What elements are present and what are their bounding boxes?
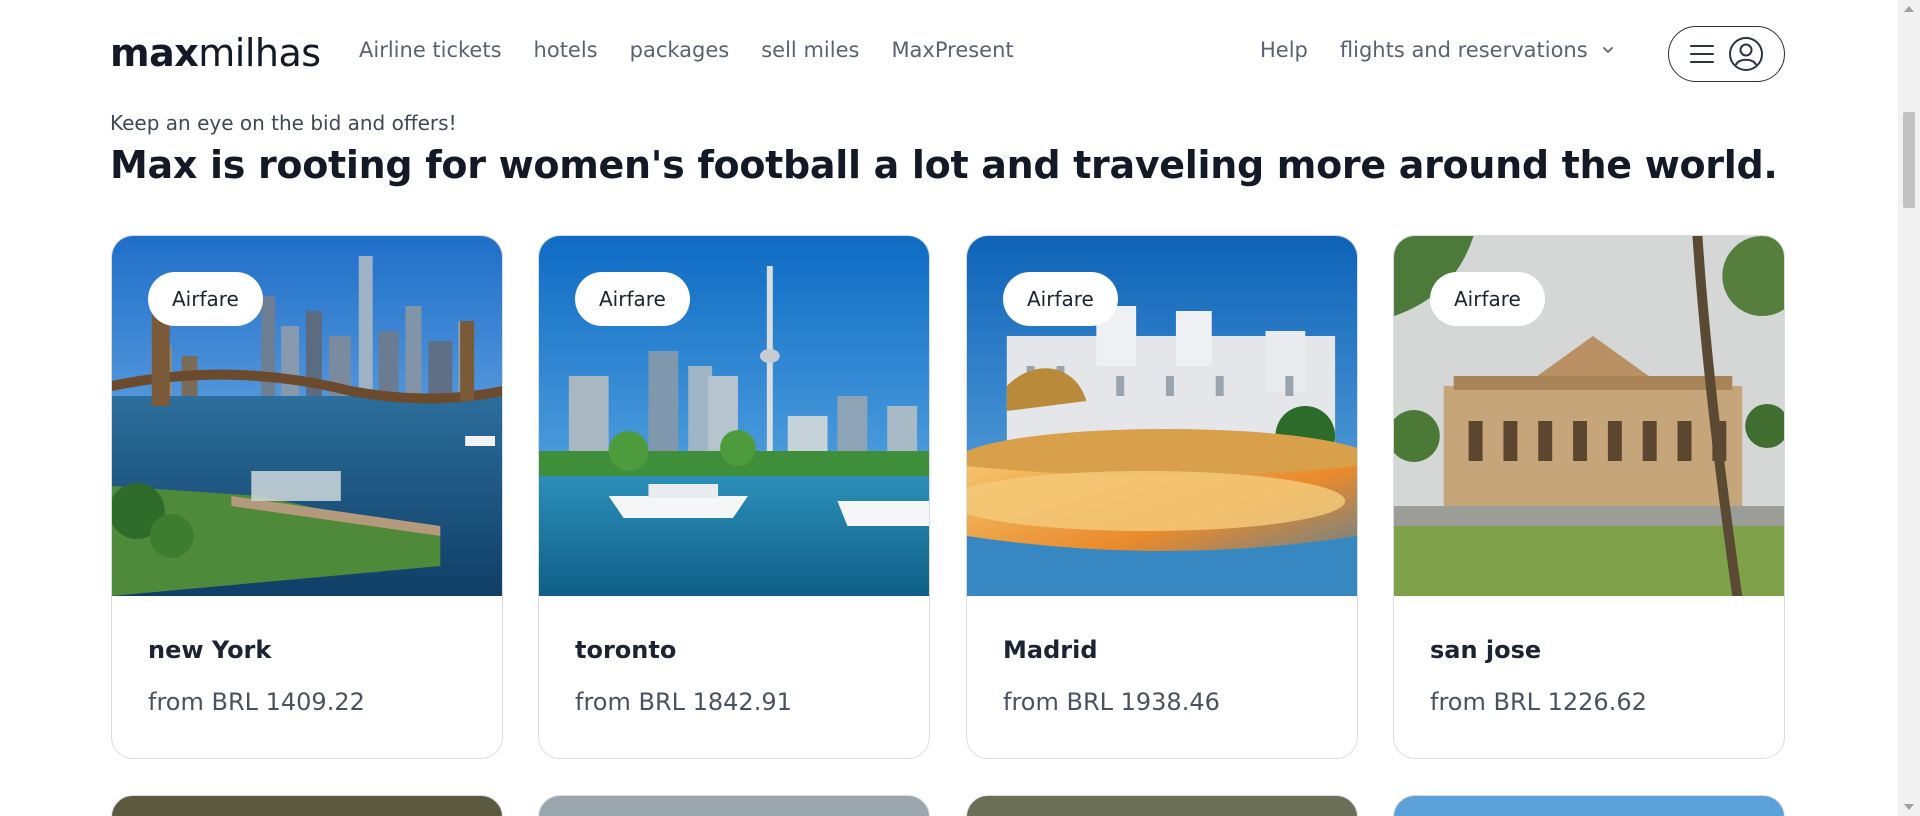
flights-and-reservations-dropdown[interactable]: flights and reservations <box>1340 38 1614 62</box>
destination-card-madrid[interactable]: Airfare Madrid from BRL 1938.46 <box>966 235 1358 759</box>
destination-price: from BRL 1409.22 <box>148 688 365 716</box>
nav-airline-tickets[interactable]: Airline tickets <box>359 38 502 62</box>
scroll-down-arrow-icon[interactable] <box>1904 804 1914 810</box>
destination-card-toronto[interactable]: Airfare toronto from BRL 1842.91 <box>538 235 930 759</box>
help-link[interactable]: Help <box>1260 38 1308 62</box>
main-nav: Airline tickets hotels packages sell mil… <box>359 38 1046 62</box>
nav-sell-miles[interactable]: sell miles <box>761 38 859 62</box>
destination-city: san jose <box>1430 636 1542 664</box>
scroll-thumb[interactable] <box>1903 112 1915 208</box>
page-scrollbar[interactable] <box>1898 0 1920 816</box>
destination-price: from BRL 1938.46 <box>1003 688 1220 716</box>
section-eyebrow: Keep an eye on the bid and offers! <box>110 111 457 135</box>
hamburger-menu-icon <box>1689 45 1714 63</box>
chevron-down-icon <box>1602 47 1613 53</box>
nav-packages[interactable]: packages <box>630 38 730 62</box>
secondary-nav: Help flights and reservations <box>1260 38 1614 62</box>
destination-city: toronto <box>575 636 677 664</box>
destination-card-new-york[interactable]: Airfare new York from BRL 1409.22 <box>111 235 503 759</box>
account-menu-button[interactable] <box>1668 26 1785 82</box>
destination-card-partial[interactable] <box>111 795 503 816</box>
category-badge: Airfare <box>575 272 690 326</box>
category-badge: Airfare <box>1430 272 1545 326</box>
flights-and-reservations-label: flights and reservations <box>1339 38 1588 62</box>
maxmilhas-logo[interactable]: max milhas <box>110 30 321 76</box>
destination-card-san-jose[interactable]: Airfare san jose from BRL 1226.62 <box>1393 235 1785 759</box>
category-badge: Airfare <box>1003 272 1118 326</box>
user-avatar-icon <box>1728 37 1763 71</box>
destination-card-partial[interactable] <box>966 795 1358 816</box>
nav-hotels[interactable]: hotels <box>534 38 598 62</box>
destination-card-partial[interactable] <box>538 795 930 816</box>
destination-city: new York <box>148 636 272 664</box>
destination-city: Madrid <box>1003 636 1098 664</box>
destination-price: from BRL 1842.91 <box>575 688 792 716</box>
destination-price: from BRL 1226.62 <box>1430 688 1647 716</box>
scroll-up-arrow-icon[interactable] <box>1904 6 1914 12</box>
destination-card-partial[interactable] <box>1393 795 1785 816</box>
nav-maxpresent[interactable]: MaxPresent <box>891 38 1013 62</box>
section-title: Max is rooting for women's football a lo… <box>110 143 1778 187</box>
top-header: max milhas Airline tickets hotels package… <box>0 0 1898 108</box>
category-badge: Airfare <box>148 272 263 326</box>
